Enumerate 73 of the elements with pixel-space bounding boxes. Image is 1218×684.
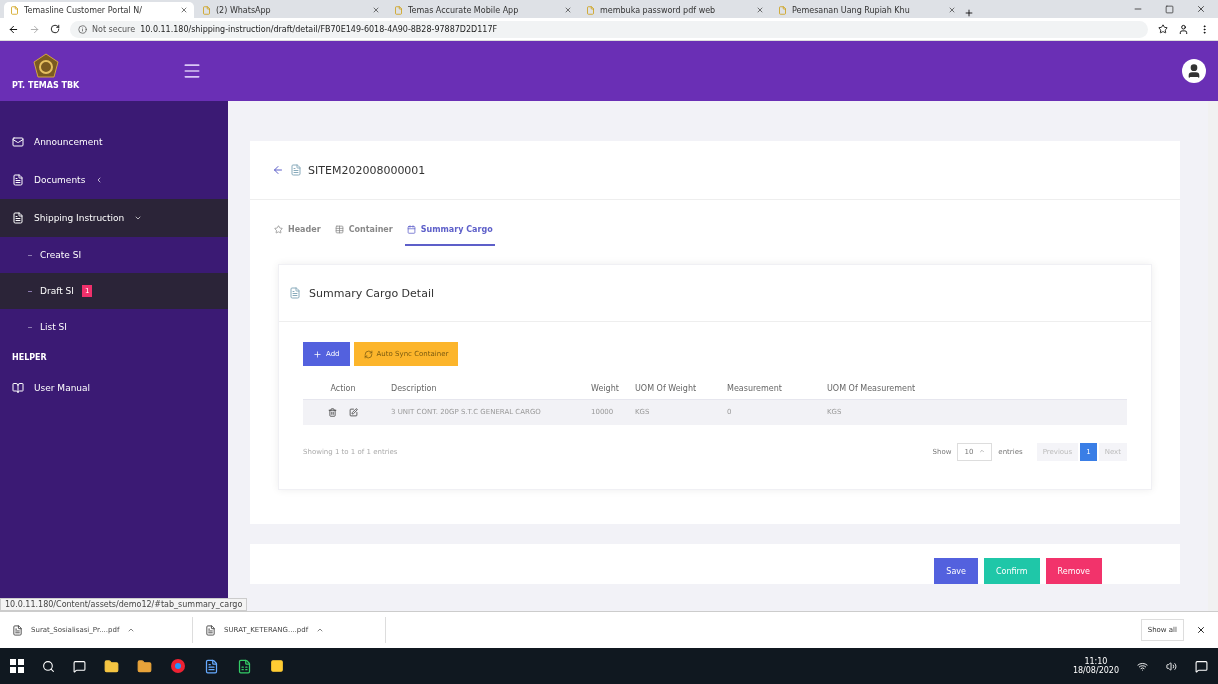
- folder-icon[interactable]: [104, 658, 119, 674]
- section-label: HELPER: [11, 351, 48, 364]
- browser-tab[interactable]: Temas Accurate Mobile App: [388, 2, 578, 18]
- document-icon: [12, 212, 24, 224]
- star-icon: [274, 224, 283, 234]
- back-icon[interactable]: [8, 23, 19, 35]
- sidebar-item[interactable]: Shipping Instruction: [0, 199, 228, 237]
- close-icon[interactable]: [1196, 625, 1206, 635]
- grid-icon: [334, 224, 344, 234]
- refresh-icon: [363, 349, 373, 359]
- avatar-icon[interactable]: [1182, 59, 1206, 83]
- new-tab-icon[interactable]: [964, 8, 974, 18]
- book-icon: [12, 382, 24, 394]
- sidebar-item[interactable]: User Manual: [0, 369, 228, 407]
- network-icon[interactable]: [1137, 660, 1148, 672]
- caret-icon: [979, 448, 986, 454]
- windows-icon[interactable]: [10, 659, 24, 673]
- document-icon: [289, 287, 301, 299]
- brand-name: PT. TEMAS TBK: [12, 80, 80, 90]
- chevron-down-icon: [134, 214, 143, 222]
- file-icon: [12, 624, 23, 636]
- task-view-icon[interactable]: [73, 659, 86, 673]
- remove-button[interactable]: Remove: [1045, 558, 1102, 584]
- document-icon[interactable]: [204, 658, 219, 674]
- scrollbar[interactable]: [1208, 101, 1218, 611]
- address-field[interactable]: Not secure 10.0.11.180/shipping-instruction/draft/detail/FB70E149-6018-4A90-8B28-97887D2D117F: [70, 20, 1148, 38]
- browser-icon[interactable]: [170, 658, 186, 674]
- browser-tab[interactable]: Temasline Customer Portal N/: [4, 2, 194, 18]
- browser-tab[interactable]: Pemesanan Uang Rupiah Khu: [772, 2, 962, 18]
- folder-icon[interactable]: [137, 658, 152, 674]
- notes-icon[interactable]: [270, 659, 284, 673]
- logo-icon: [32, 52, 59, 79]
- sidebar-item[interactable]: Documents: [0, 161, 228, 199]
- page-icon: [10, 5, 19, 15]
- search-icon[interactable]: [42, 659, 55, 673]
- close-icon[interactable]: [1196, 4, 1206, 14]
- edit-icon[interactable]: [349, 408, 358, 417]
- document-icon: [290, 164, 302, 176]
- page-icon: [778, 5, 787, 15]
- mail-icon: [12, 136, 24, 148]
- reload-icon[interactable]: [50, 24, 60, 34]
- page-title: SITEM202008000001: [308, 163, 426, 177]
- file-icon: [205, 624, 216, 636]
- sidebar-subitem[interactable]: Create SI: [0, 237, 228, 273]
- maximize-icon[interactable]: [1165, 4, 1174, 14]
- volume-icon[interactable]: [1166, 660, 1177, 672]
- chevron-up-icon[interactable]: [127, 626, 136, 634]
- page-icon: [394, 5, 403, 15]
- sidebar-subitem[interactable]: List SI: [0, 309, 228, 345]
- browser-tab[interactable]: (2) WhatsApp: [196, 2, 386, 18]
- sidebar-item[interactable]: Announcement: [0, 123, 228, 161]
- profile-icon[interactable]: [1178, 23, 1189, 35]
- section-title: Summary Cargo Detail: [309, 286, 435, 300]
- delete-icon[interactable]: [328, 408, 337, 417]
- plus-icon: [313, 349, 322, 359]
- spreadsheet-icon[interactable]: [237, 658, 252, 674]
- browser-tab[interactable]: membuka password pdf web: [580, 2, 770, 18]
- document-icon: [12, 174, 24, 186]
- info-icon: [78, 24, 87, 34]
- save-button[interactable]: Save: [934, 558, 978, 584]
- menu-icon[interactable]: [182, 61, 202, 81]
- tab[interactable]: Summary Cargo: [404, 214, 495, 246]
- bookmark-icon[interactable]: [1158, 24, 1168, 34]
- clock-time: 11:10: [1084, 657, 1108, 666]
- clock-date: 18/08/2020: [1072, 666, 1119, 675]
- status-url: 10.0.11.180/Content/assets/demo12/#tab_summary_cargo: [0, 598, 248, 611]
- page-icon: [202, 5, 211, 15]
- tab[interactable]: Header: [272, 214, 323, 246]
- calendar-icon: [406, 224, 416, 234]
- notification-icon[interactable]: [1195, 659, 1208, 673]
- page-icon: [586, 5, 595, 15]
- chevron-up-icon[interactable]: [316, 626, 325, 634]
- tab[interactable]: Container: [332, 214, 395, 246]
